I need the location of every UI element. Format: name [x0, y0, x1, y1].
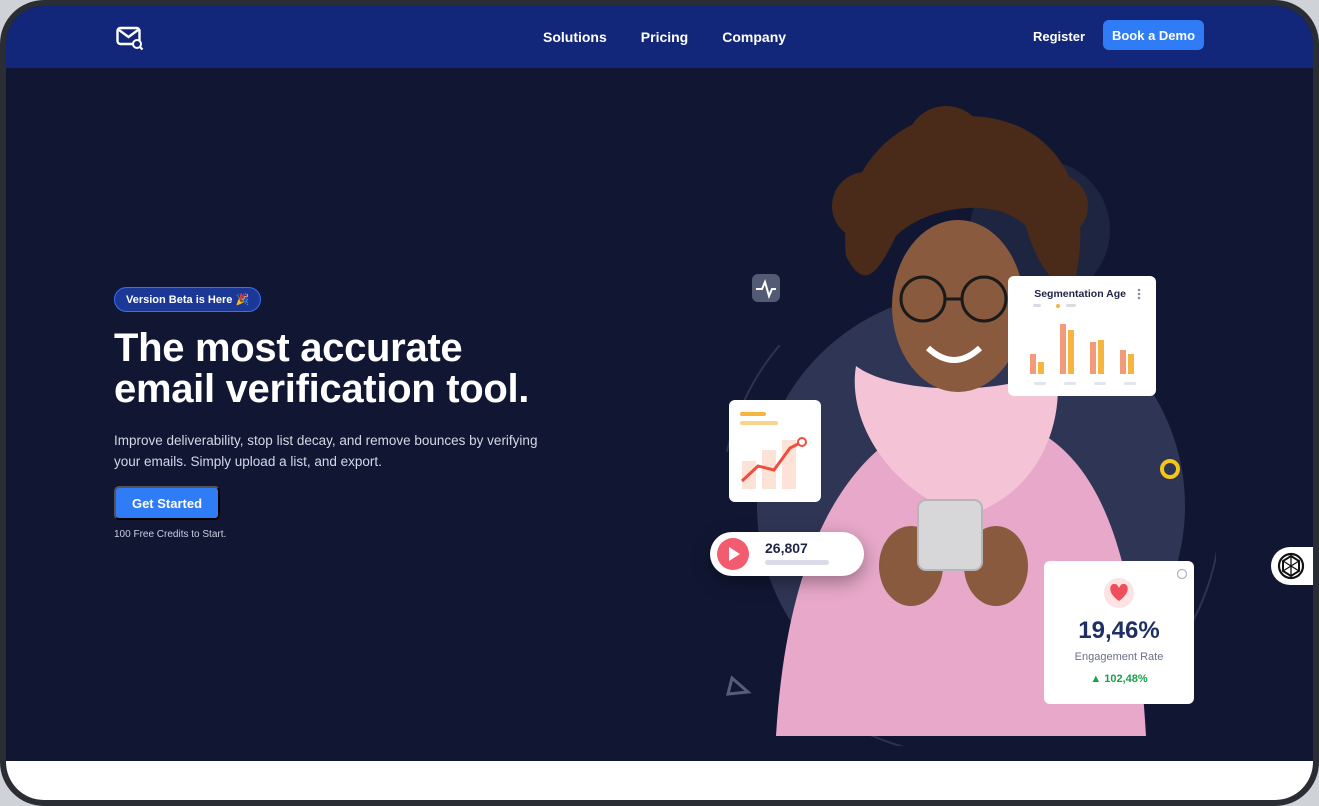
nav-links: Solutions Pricing Company: [543, 6, 786, 68]
triangle-outline-icon: [726, 675, 752, 696]
growth-chart-card: [729, 400, 821, 502]
counter-bar: [765, 560, 829, 565]
headline-line-2: email verification tool.: [114, 367, 530, 411]
subtext-line-1: Improve deliverability, stop list decay,…: [114, 433, 538, 448]
hero-visual: Segmentation Age 26,807 19,46% Engagemen…: [696, 96, 1216, 746]
register-link[interactable]: Register: [1033, 29, 1085, 44]
openai-style-icon: [1277, 552, 1305, 580]
subtext-line-2: your emails. Simply upload a list, and e…: [114, 454, 382, 469]
top-navbar: Solutions Pricing Company Register Book …: [6, 6, 1313, 68]
headline-line-1: The most accurate: [114, 326, 463, 370]
device-frame: Solutions Pricing Company Register Book …: [0, 0, 1319, 806]
engagement-label: Engagement Rate: [1074, 651, 1164, 663]
video-counter-card: 26,807: [710, 532, 864, 576]
engagement-value: 19,46%: [1078, 617, 1160, 644]
nav-company[interactable]: Company: [722, 29, 786, 45]
hero-headline: The most accurate email verification too…: [114, 328, 634, 410]
play-icon[interactable]: [717, 538, 749, 570]
chat-widget-button[interactable]: [1271, 547, 1313, 585]
free-credits-note: 100 Free Credits to Start.: [114, 529, 227, 540]
nav-solutions[interactable]: Solutions: [543, 29, 607, 45]
book-demo-button[interactable]: Book a Demo: [1103, 20, 1204, 50]
counter-value: 26,807: [765, 540, 808, 556]
hero-subtext: Improve deliverability, stop list decay,…: [114, 430, 554, 472]
browser-viewport: Solutions Pricing Company Register Book …: [6, 6, 1313, 800]
get-started-button[interactable]: Get Started: [114, 486, 220, 520]
mail-search-icon[interactable]: [116, 25, 144, 51]
version-badge[interactable]: Version Beta is Here 🎉: [114, 287, 262, 312]
segmentation-title: Segmentation Age: [1034, 288, 1126, 300]
phone: [917, 499, 983, 571]
engagement-card: 19,46% Engagement Rate ▲ 102,48%: [1044, 561, 1194, 704]
segmentation-card: Segmentation Age: [1008, 276, 1156, 306]
next-section-strip: [6, 761, 1313, 800]
nav-pricing[interactable]: Pricing: [641, 29, 688, 45]
engagement-change: ▲ 102,48%: [1090, 673, 1148, 685]
